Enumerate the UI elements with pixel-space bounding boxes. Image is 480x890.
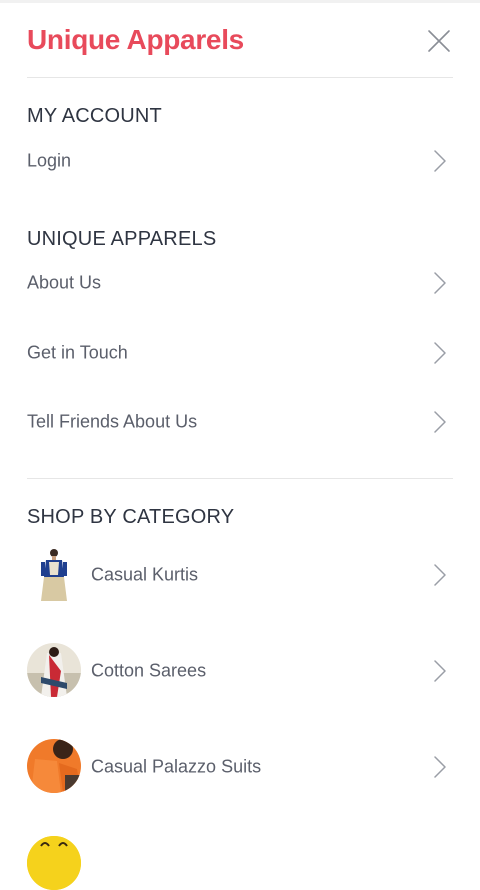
category-thumbnail-partial[interactable]: [27, 836, 81, 890]
menu-item-get-in-touch[interactable]: Get in Touch: [27, 331, 453, 375]
category-thumbnail: [27, 739, 81, 793]
category-item-cotton-sarees[interactable]: Cotton Sarees: [27, 643, 453, 699]
section-title-my-account: MY ACCOUNT: [27, 105, 162, 127]
brand-title: Unique Apparels: [27, 24, 244, 55]
chevron-right-icon: [434, 342, 446, 364]
category-item-casual-kurtis[interactable]: Casual Kurtis: [27, 547, 453, 603]
menu-item-login[interactable]: Login: [27, 139, 453, 183]
category-label: Casual Palazzo Suits: [91, 756, 262, 777]
category-thumbnail: [27, 643, 81, 697]
section-title-shop-by-category: SHOP BY CATEGORY: [27, 506, 235, 528]
chevron-right-icon: [434, 272, 446, 294]
menu-item-label: Login: [27, 150, 72, 171]
menu-item-label: Tell Friends About Us: [27, 411, 198, 432]
chevron-right-icon: [434, 150, 446, 172]
category-label: Cotton Sarees: [91, 660, 207, 681]
chevron-right-icon: [434, 411, 446, 433]
top-edge: [0, 0, 480, 3]
category-item-casual-palazzo-suits[interactable]: Casual Palazzo Suits: [27, 739, 453, 795]
category-thumbnail: [27, 547, 81, 601]
drawer-header: Unique Apparels: [27, 22, 453, 62]
header-divider: [27, 77, 453, 78]
menu-item-about-us[interactable]: About Us: [27, 261, 453, 305]
close-button[interactable]: [427, 29, 451, 53]
chevron-right-icon: [434, 564, 446, 586]
menu-item-label: About Us: [27, 272, 102, 293]
chevron-right-icon: [434, 756, 446, 778]
chevron-right-icon: [434, 660, 446, 682]
section-title-unique-apparels: UNIQUE APPARELS: [27, 228, 217, 250]
section-divider: [27, 478, 453, 479]
menu-item-tell-friends[interactable]: Tell Friends About Us: [27, 400, 453, 444]
close-icon: [428, 30, 450, 52]
category-label: Casual Kurtis: [91, 564, 199, 585]
menu-item-label: Get in Touch: [27, 342, 128, 363]
